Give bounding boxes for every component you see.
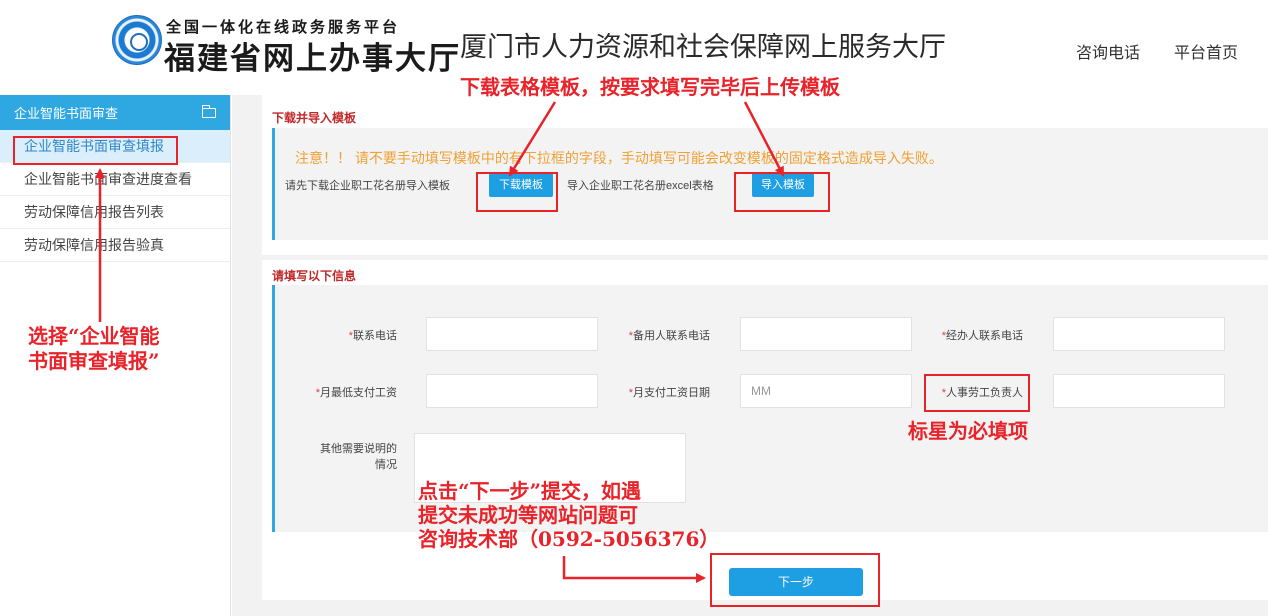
government-emblem-icon [112,15,162,65]
sidebar-header-label: 企业智能书面审查 [14,106,119,121]
pay-date-label: *月支付工资日期 [628,387,710,399]
min-wage-input[interactable] [426,374,598,408]
site-title: 厦门市人力资源和社会保障网上服务大厅 [460,32,946,62]
import-panel: 下载并导入模板 注意！！ 请不要手动填写模板中的有下拉框的字段，手动填写可能会改… [262,95,1268,255]
platform-home-link[interactable]: 平台首页 [1174,39,1238,63]
min-wage-label: *月最低支付工资 [315,387,397,399]
form-section-body: *联系电话 *备用人联系电话 *经办人联系电话 *月最低支付工资 *月支付工资日… [272,285,1268,532]
folder-icon [201,104,216,118]
next-step-button[interactable]: 下一步 [729,568,863,596]
consult-phone-link[interactable]: 咨询电话 [1076,39,1140,63]
pay-date-input[interactable] [740,374,912,408]
import-section-body: 注意！！ 请不要手动填写模板中的有下拉框的字段，手动填写可能会改变模板的固定格式… [272,128,1268,240]
sidebar-item-credit-report-list[interactable]: 劳动保障信用报告列表 [0,196,230,229]
backup-phone-label: *备用人联系电话 [628,330,710,342]
import-template-button[interactable]: 导入模板 [752,173,814,197]
download-prompt: 请先下载企业职工花名册导入模板 [285,180,450,192]
sidebar-item-credit-report-verify[interactable]: 劳动保障信用报告验真 [0,229,230,262]
backup-phone-input[interactable] [740,317,912,351]
sidebar: 企业智能书面审查 企业智能书面审查填报 企业智能书面审查进度查看 劳动保障信用报… [0,95,231,616]
other-notes-textarea[interactable] [414,433,686,503]
main-content: 下载并导入模板 注意！！ 请不要手动填写模板中的有下拉框的字段，手动填写可能会改… [232,95,1268,616]
platform-name: 福建省网上办事大厅 [164,41,461,77]
other-notes-label: 其他需要说明的 情况 [320,443,397,471]
hr-manager-input[interactable] [1053,374,1225,408]
import-prompt: 导入企业职工花名册excel表格 [567,180,714,192]
form-section-title: 请填写以下信息 [272,269,357,283]
sidebar-item-review-fill[interactable]: 企业智能书面审查填报 [0,130,230,163]
sidebar-item-review-progress[interactable]: 企业智能书面审查进度查看 [0,163,230,196]
download-template-button[interactable]: 下载模板 [489,173,553,197]
import-notice: 注意！！ 请不要手动填写模板中的有下拉框的字段，手动填写可能会改变模板的固定格式… [295,150,943,166]
handler-phone-input[interactable] [1053,317,1225,351]
contact-phone-label: *联系电话 [348,330,397,342]
handler-phone-label: *经办人联系电话 [941,330,1023,342]
page-header: 全国一体化在线政务服务平台 福建省网上办事大厅 厦门市人力资源和社会保障网上服务… [0,0,1268,92]
contact-phone-input[interactable] [426,317,598,351]
import-prompts: 请先下载企业职工花名册导入模板 导入企业职工花名册excel表格 [285,177,714,193]
form-panel: 请填写以下信息 *联系电话 *备用人联系电话 *经办人联系电话 *月最低支付工资… [262,260,1268,600]
sidebar-header[interactable]: 企业智能书面审查 [0,95,230,130]
hr-manager-label: *人事劳工负责人 [941,387,1023,399]
import-section-title: 下载并导入模板 [272,111,357,125]
